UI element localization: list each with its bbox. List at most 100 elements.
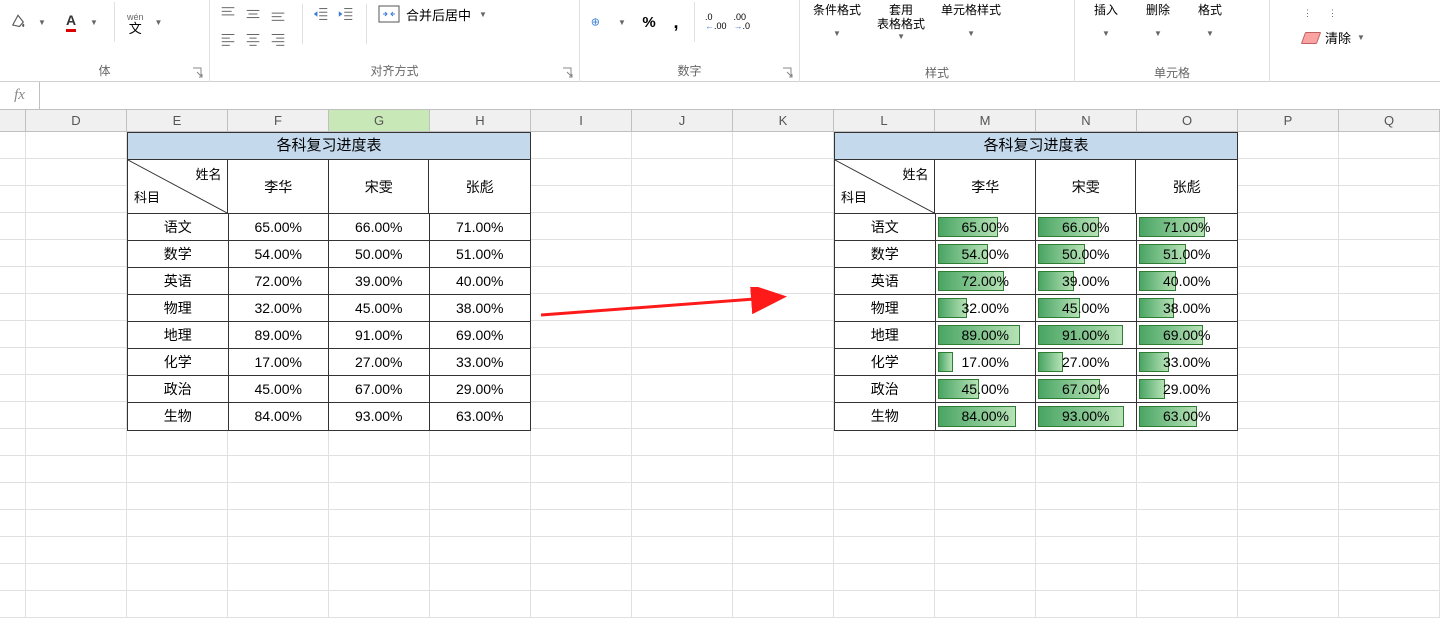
value-cell[interactable]: 51.00% (430, 241, 531, 268)
value-cell[interactable]: 91.00% (1036, 322, 1137, 349)
merge-cells-icon[interactable] (375, 2, 403, 26)
value-cell[interactable]: 39.00% (1036, 268, 1137, 295)
col-header-F[interactable]: F (228, 110, 329, 131)
value-cell[interactable]: 29.00% (430, 376, 531, 403)
delete-button[interactable]: 删除▼ (1133, 0, 1183, 62)
value-cell[interactable]: 66.00% (329, 214, 430, 241)
percent-button[interactable]: % (638, 11, 660, 34)
font-group-launcher[interactable] (191, 66, 205, 80)
value-cell[interactable]: 93.00% (1036, 403, 1137, 430)
value-cell[interactable]: 40.00% (1137, 268, 1238, 295)
align-right-button[interactable] (266, 27, 290, 51)
value-cell[interactable]: 71.00% (430, 214, 531, 241)
value-cell[interactable]: 27.00% (1036, 349, 1137, 376)
value-cell[interactable]: 45.00% (1036, 295, 1137, 322)
value-cell[interactable]: 38.00% (430, 295, 531, 322)
value-cell[interactable]: 71.00% (1137, 214, 1238, 241)
value-cell[interactable]: 89.00% (229, 322, 330, 349)
value-cell[interactable]: 72.00% (936, 268, 1037, 295)
value-cell[interactable]: 27.00% (329, 349, 430, 376)
value-cell[interactable]: 67.00% (329, 376, 430, 403)
conditional-format-button[interactable]: 条件格式 ▼ (806, 0, 868, 62)
align-bottom-button[interactable] (266, 2, 290, 26)
col-header-L[interactable]: L (834, 110, 935, 131)
value-cell[interactable]: 72.00% (229, 268, 330, 295)
decrease-indent-button[interactable] (309, 2, 333, 26)
vdots-1[interactable]: ⋮ (1296, 2, 1318, 24)
fill-color-dropdown[interactable]: ▼ (31, 11, 53, 33)
phonetic-guide-dropdown[interactable]: ▼ (148, 11, 170, 33)
col-header-E[interactable]: E (127, 110, 228, 131)
font-color-dropdown[interactable]: ▼ (83, 11, 105, 33)
value-cell[interactable]: 63.00% (430, 403, 531, 430)
align-top-button[interactable] (216, 2, 240, 26)
format-button[interactable]: 格式▼ (1185, 0, 1235, 62)
insert-button[interactable]: 插入▼ (1081, 0, 1131, 62)
value-cell[interactable]: 66.00% (1036, 214, 1137, 241)
col-header-J[interactable]: J (632, 110, 733, 131)
value-cell[interactable]: 69.00% (430, 322, 531, 349)
align-center-button[interactable] (241, 27, 265, 51)
increase-decimal-button[interactable]: .0←.00 (702, 10, 730, 34)
value-cell[interactable]: 40.00% (430, 268, 531, 295)
value-cell[interactable]: 33.00% (430, 349, 531, 376)
align-left-button[interactable] (216, 27, 240, 51)
value-cell[interactable]: 29.00% (1137, 376, 1238, 403)
col-header-Q[interactable]: Q (1339, 110, 1440, 131)
value-cell[interactable]: 38.00% (1137, 295, 1238, 322)
increase-indent-button[interactable] (334, 2, 358, 26)
clear-button[interactable]: 清除 ▼ (1296, 25, 1372, 50)
fx-icon[interactable]: fx (0, 82, 40, 109)
grid-body[interactable]: 各科复习进度表姓名科目李华宋雯张彪语文65.00%66.00%71.00%数学5… (0, 132, 1440, 624)
value-cell[interactable]: 45.00% (936, 376, 1037, 403)
value-cell[interactable]: 50.00% (1036, 241, 1137, 268)
value-cell[interactable]: 65.00% (936, 214, 1037, 241)
value-cell[interactable]: 84.00% (936, 403, 1037, 430)
decrease-decimal-button[interactable]: .00→.0 (731, 10, 754, 34)
format-as-table-button[interactable]: 套用 表格格式 ▼ (870, 0, 932, 62)
value-cell[interactable]: 17.00% (229, 349, 330, 376)
value-cell[interactable]: 89.00% (936, 322, 1037, 349)
comma-button[interactable]: , (665, 9, 687, 36)
font-color-button[interactable]: A (60, 9, 82, 35)
col-header-D[interactable]: D (26, 110, 127, 131)
number-group-launcher[interactable] (781, 66, 795, 80)
col-header-M[interactable]: M (935, 110, 1036, 131)
value-cell[interactable]: 51.00% (1137, 241, 1238, 268)
col-header-H[interactable]: H (430, 110, 531, 131)
value-cell[interactable]: 50.00% (329, 241, 430, 268)
value-cell[interactable]: 32.00% (229, 295, 330, 322)
value-cell[interactable]: 54.00% (936, 241, 1037, 268)
col-header-K[interactable]: K (733, 110, 834, 131)
cell-styles-button[interactable]: 单元格样式 ▼ (934, 0, 1008, 62)
value-cell[interactable]: 67.00% (1036, 376, 1137, 403)
value-cell[interactable]: 54.00% (229, 241, 330, 268)
phonetic-guide-button[interactable]: wén文 (124, 6, 147, 38)
value-cell[interactable]: 39.00% (329, 268, 430, 295)
merge-cells-dropdown[interactable]: ▼ (472, 3, 494, 25)
value-cell[interactable]: 17.00% (936, 349, 1037, 376)
value-cell[interactable]: 84.00% (229, 403, 330, 430)
vdots-2[interactable]: ⋮ (1321, 2, 1343, 24)
value-cell[interactable]: 69.00% (1137, 322, 1238, 349)
currency-dropdown[interactable]: ▼ (611, 11, 633, 33)
value-cell[interactable]: 63.00% (1137, 403, 1238, 430)
col-header-I[interactable]: I (531, 110, 632, 131)
fill-color-button[interactable] (6, 10, 30, 34)
col-header-N[interactable]: N (1036, 110, 1137, 131)
align-middle-button[interactable] (241, 2, 265, 26)
col-header-O[interactable]: O (1137, 110, 1238, 131)
value-cell[interactable]: 65.00% (229, 214, 330, 241)
value-cell[interactable]: 45.00% (229, 376, 330, 403)
value-cell[interactable]: 91.00% (329, 322, 430, 349)
formula-input[interactable] (40, 82, 1440, 109)
value-cell[interactable]: 33.00% (1137, 349, 1238, 376)
merge-cells-label[interactable]: 合并后居中 (406, 5, 471, 24)
col-header-G[interactable]: G (329, 110, 430, 131)
currency-button[interactable]: ⊕ (586, 10, 610, 34)
value-cell[interactable]: 32.00% (936, 295, 1037, 322)
value-cell[interactable]: 45.00% (329, 295, 430, 322)
align-group-launcher[interactable] (561, 66, 575, 80)
value-cell[interactable]: 93.00% (329, 403, 430, 430)
col-header-P[interactable]: P (1238, 110, 1339, 131)
